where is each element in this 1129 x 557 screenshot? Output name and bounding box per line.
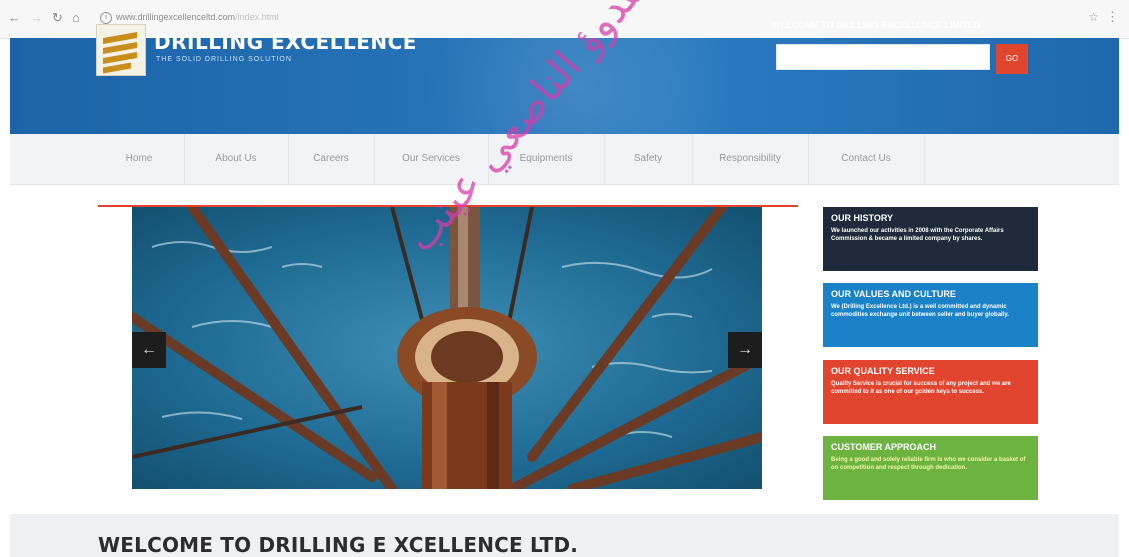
home-icon[interactable]: ⌂ — [72, 11, 80, 25]
quality-service-box[interactable]: OUR QUALITY SERVICE Quality Service is c… — [823, 360, 1038, 424]
info-icon[interactable]: i — [100, 12, 112, 24]
reload-icon[interactable]: ↻ — [52, 11, 63, 25]
forward-icon[interactable]: → — [30, 11, 43, 25]
go-button[interactable]: GO — [996, 44, 1028, 74]
nav-about-us[interactable]: About Us — [184, 134, 289, 184]
url-domain: www.drillingexcellenceltd.com — [116, 12, 236, 22]
customer-approach-box[interactable]: CUSTOMER APPROACH Being a good and solel… — [823, 436, 1038, 500]
our-values-box[interactable]: OUR VALUES AND CULTURE We (Drilling Exce… — [823, 283, 1038, 347]
hero-slider[interactable] — [132, 207, 762, 489]
main-nav: Home About Us Careers Our Services Equip… — [10, 134, 1119, 185]
search-input[interactable] — [776, 44, 990, 70]
our-values-title: OUR VALUES AND CULTURE — [831, 289, 956, 299]
back-icon[interactable]: ← — [8, 11, 21, 25]
quality-service-text: Quality Service is crucial for success o… — [831, 381, 1011, 395]
nav-safety[interactable]: Safety — [604, 134, 693, 184]
slider-next-arrow-icon[interactable]: → — [728, 332, 762, 368]
url-text: www.drillingexcellenceltd.com/index.html — [116, 12, 279, 22]
quality-service-title: OUR QUALITY SERVICE — [831, 366, 935, 376]
our-history-text: We launched our activities in 2008 with … — [831, 228, 1004, 242]
header-welcome-text: WELCOME TO DRILLING EXCELLENCE LIMITED — [772, 20, 981, 30]
url-path: /index.html — [235, 12, 279, 22]
nav-responsibility[interactable]: Responsibility — [692, 134, 809, 184]
browser-menu-icon[interactable]: ⋮ — [1106, 9, 1119, 25]
welcome-heading: WELCOME TO DRILLING E XCELLENCE LTD. — [98, 533, 579, 557]
bookmark-star-icon[interactable]: ☆ — [1088, 10, 1099, 24]
our-history-title: OUR HISTORY — [831, 213, 894, 223]
brand-tagline: THE SOLID DRILLING SOLUTION — [156, 56, 292, 63]
our-values-text: We (Drilling Excellence Ltd.) is a well … — [831, 304, 1009, 318]
nav-careers[interactable]: Careers — [288, 134, 375, 184]
nav-home[interactable]: Home — [94, 134, 185, 184]
nav-contact-us[interactable]: Contact Us — [808, 134, 925, 184]
slider-prev-arrow-icon[interactable]: ← — [132, 332, 166, 368]
world-map-background — [410, 38, 830, 134]
logo-icon[interactable] — [96, 24, 146, 76]
brand-name[interactable]: DRILLING EXCELLENCE — [154, 30, 417, 54]
customer-approach-text: Being a good and solely reliable firm is… — [831, 457, 1026, 471]
our-history-box[interactable]: OUR HISTORY We launched our activities i… — [823, 207, 1038, 271]
customer-approach-title: CUSTOMER APPROACH — [831, 442, 937, 452]
drilling-rig-image — [132, 207, 762, 489]
